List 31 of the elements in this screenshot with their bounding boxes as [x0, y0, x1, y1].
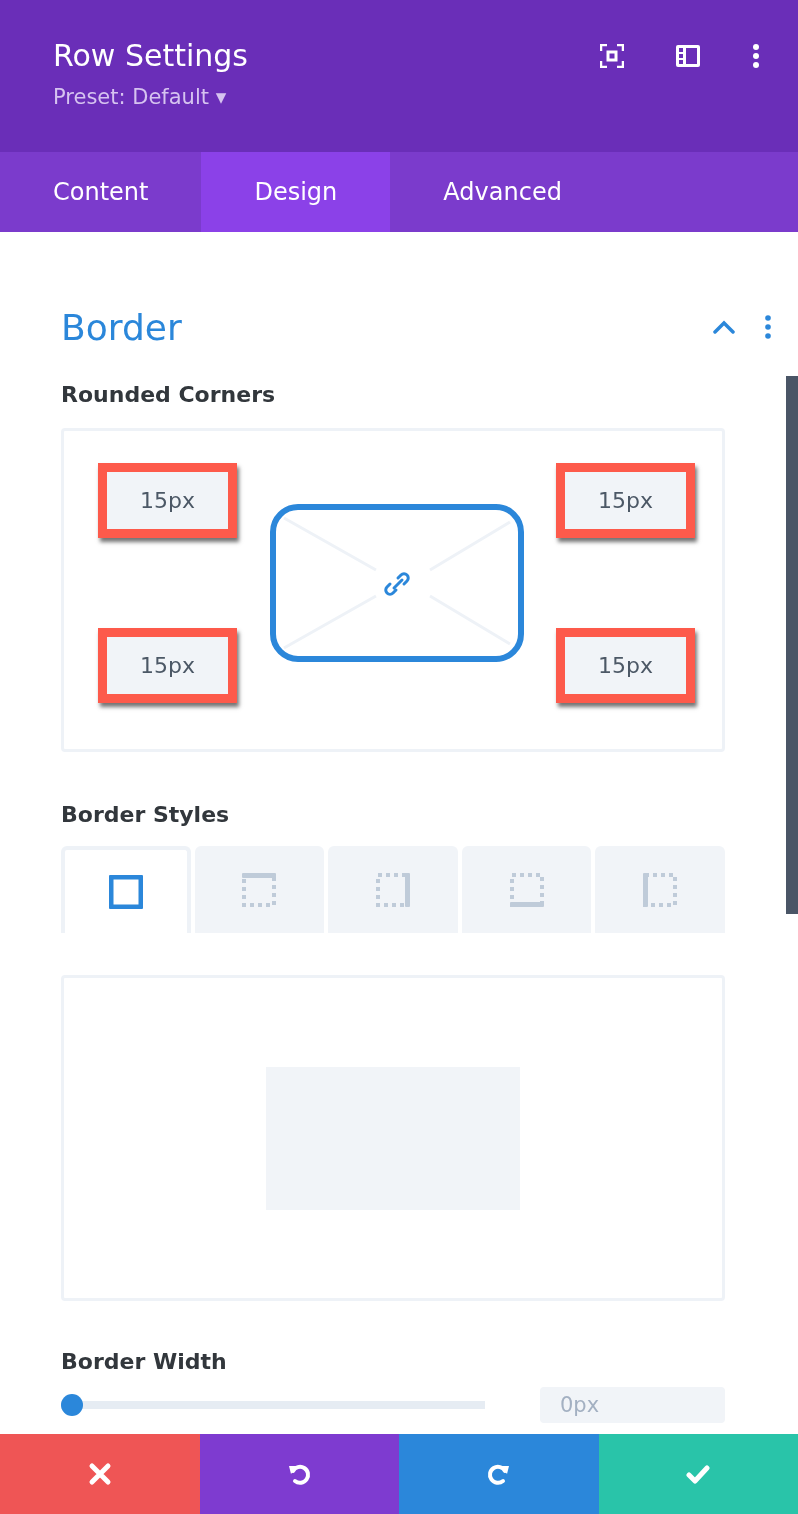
slider-thumb[interactable] [61, 1394, 83, 1416]
tab[interactable]: Design [201, 152, 391, 232]
border-side-option[interactable] [61, 846, 191, 933]
field-label: Rounded Corners [61, 381, 277, 409]
scrollbar[interactable] [786, 376, 798, 914]
undo-icon [287, 1462, 312, 1486]
cancel-icon [87, 1462, 112, 1486]
tab[interactable]: Content [0, 152, 202, 232]
section-title: Border [61, 306, 182, 348]
more-options-icon[interactable] [752, 44, 760, 68]
link-icon[interactable] [383, 570, 410, 596]
preset-dropdown[interactable]: Preset: Default ▾ [53, 82, 227, 112]
border-left-icon [643, 872, 678, 907]
radius-input-field[interactable]: 15px [98, 628, 237, 703]
check-icon [686, 1462, 711, 1486]
border-bottom-icon [509, 872, 544, 907]
field-label: Border Width [61, 1348, 228, 1376]
tab[interactable]: Advanced [390, 152, 615, 232]
panel-title: Row Settings [53, 37, 248, 75]
radius-input-field[interactable]: 15px [98, 463, 237, 538]
radius-input-field[interactable]: 15px [556, 628, 695, 703]
border-top-icon [242, 872, 277, 907]
border-all-icon [108, 874, 143, 909]
sidebar-layout-icon[interactable] [676, 45, 700, 67]
more-options-icon[interactable] [765, 315, 771, 339]
radius-input-field[interactable]: 15px [556, 463, 695, 538]
border-right-icon [376, 872, 411, 907]
focus-icon[interactable] [600, 44, 624, 68]
field-label: Border Styles [61, 801, 231, 829]
chevron-icon[interactable] [713, 319, 735, 335]
redo-icon [486, 1462, 511, 1486]
